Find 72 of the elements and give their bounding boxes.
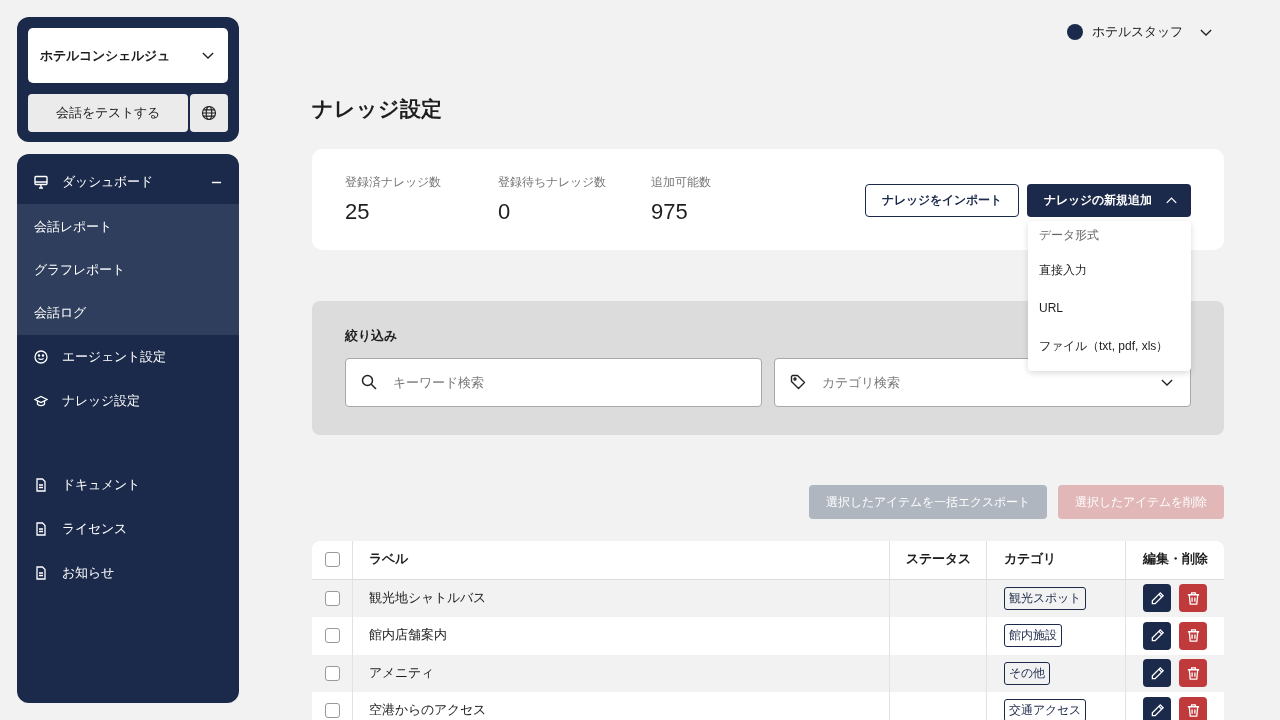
select-all-checkbox[interactable] [324,552,340,568]
nav-item[interactable]: ライセンス [17,507,239,551]
stat-value: 975 [651,199,689,225]
nav-item[interactable]: ドキュメント [17,463,239,507]
pencil-icon [1149,703,1165,719]
chevron-down-icon [202,52,214,59]
edit-button[interactable] [1143,659,1171,688]
column-header: ステータス [890,541,987,579]
category-tag: 館内施設 [1004,624,1062,648]
menu-heading: データ形式 [1038,228,1100,243]
nav-subitem[interactable]: グラフレポート [17,248,239,291]
caret-icon [1166,197,1177,204]
import-button[interactable]: ナレッジをインポート [865,184,1019,217]
stat-label: 追加可能数 [651,174,712,191]
menu-item[interactable]: 直接入力 [1028,251,1191,289]
keyword-search-field[interactable]: キーワード検索 [345,358,762,407]
nav-item[interactable]: エージェント設定 [17,335,239,379]
column-header: カテゴリ [987,541,1126,579]
label-cell: アメニティ [369,664,434,682]
label-cell: 館内店舗案内 [369,627,447,645]
filter-title: 絞り込み [345,327,397,345]
chevron-down-icon [1161,379,1173,386]
document-icon [34,522,48,536]
nav-item[interactable]: ダッシュボード [17,160,239,204]
trash-icon [1185,628,1201,644]
row-checkbox[interactable] [324,628,340,644]
user-menu[interactable]: ホテルスタッフ [1067,17,1212,47]
delete-button[interactable] [1179,584,1207,613]
column-header: ラベル [353,541,890,579]
edit-button[interactable] [1143,584,1171,613]
nav-subitem[interactable]: 会話レポート [17,205,239,248]
nav-subitem[interactable]: 会話ログ [17,291,239,334]
edit-button[interactable] [1143,696,1171,720]
page-title: ナレッジ設定 [312,96,443,122]
label-cell: 観光地シャトルバス [369,589,486,607]
category-tag: 交通アクセス [1004,699,1086,720]
row-checkbox[interactable] [324,590,340,606]
stat-value: 25 [345,199,371,225]
trash-icon [1185,703,1201,719]
nav-item[interactable]: ナレッジ設定 [17,379,239,423]
category-tag: 観光スポット [1004,586,1086,610]
smiley-icon [34,350,48,364]
column-header: 編集・削除 [1141,551,1209,569]
delete-button[interactable] [1179,659,1207,688]
globe-icon [201,105,217,121]
avatar-icon [1067,24,1083,40]
pencil-icon [1149,628,1165,644]
category-tag: その他 [1004,661,1050,685]
label-cell: 空港からのアクセス [369,702,486,720]
trash-icon [1185,665,1201,681]
row-checkbox[interactable] [324,703,340,719]
stat-value: 0 [498,199,512,225]
stat-label: 登録済ナレッジ数 [345,174,442,191]
nav-item[interactable]: お知らせ [17,551,239,595]
pencil-icon [1149,590,1165,606]
menu-item[interactable]: URL [1028,289,1191,327]
language-button[interactable] [190,94,228,132]
pencil-icon [1149,665,1165,681]
document-icon [34,566,48,580]
document-icon [34,478,48,492]
delete-button[interactable] [1179,696,1207,720]
edit-button[interactable] [1143,621,1171,650]
stat-label: 登録待ちナレッジ数 [498,174,607,191]
chevron-down-icon [1200,28,1212,36]
trash-icon [1185,590,1201,606]
workspace-select[interactable]: ホテルコンシェルジュ [28,28,228,83]
test-conversation-button[interactable]: 会話をテストする [28,94,188,132]
delete-button[interactable] [1179,621,1207,650]
monitor-icon [34,175,48,189]
graduation-cap-icon [34,394,48,408]
add-knowledge-button[interactable]: ナレッジの新規追加 [1027,184,1191,217]
row-checkbox[interactable] [324,665,340,681]
